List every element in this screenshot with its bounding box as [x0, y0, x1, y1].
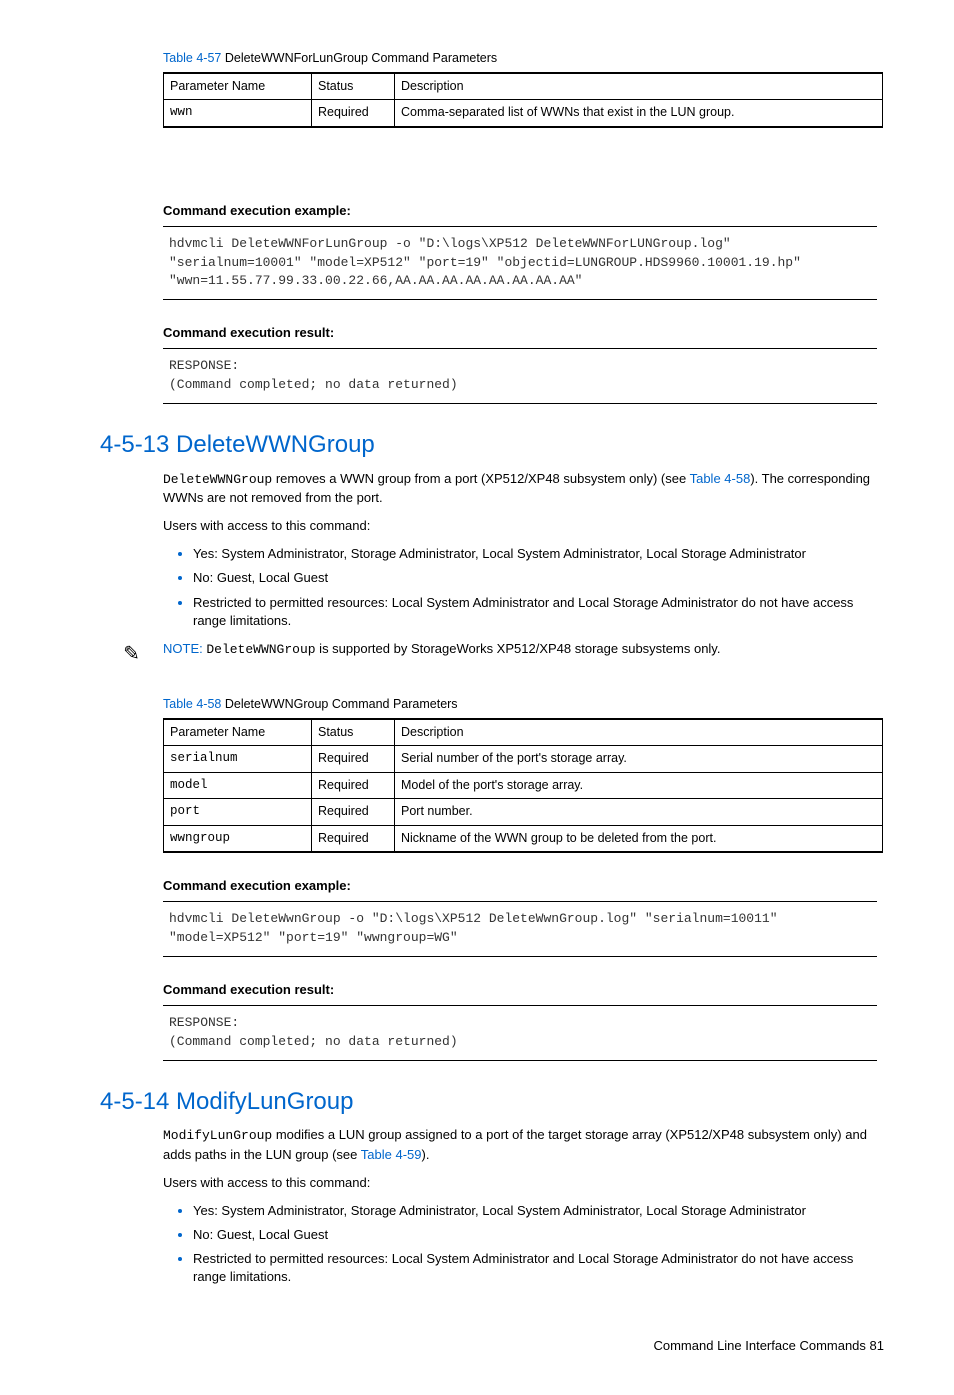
- heading-4-5-13: 4-5-13 DeleteWWNGroup: [100, 428, 884, 462]
- paragraph-4514-1: ModifyLunGroup modifies a LUN group assi…: [163, 1126, 884, 1163]
- exec-result-label-1: Command execution result:: [163, 324, 884, 342]
- col-status: Status: [312, 719, 395, 746]
- list-item: Restricted to permitted resources: Local…: [193, 1250, 884, 1286]
- access-list-2: Yes: System Administrator, Storage Admin…: [163, 1202, 884, 1287]
- list-item: Yes: System Administrator, Storage Admin…: [193, 545, 884, 563]
- cell-param: wwngroup: [164, 825, 312, 852]
- list-item: Yes: System Administrator, Storage Admin…: [193, 1202, 884, 1220]
- code-block-2: RESPONSE: (Command completed; no data re…: [163, 348, 877, 404]
- text: ).: [422, 1147, 430, 1162]
- link-table-4-58[interactable]: Table 4-58: [690, 471, 751, 486]
- paragraph-4513-1: DeleteWWNGroup removes a WWN group from …: [163, 470, 884, 507]
- code-block-3: hdvmcli DeleteWwnGroup -o "D:\logs\XP512…: [163, 901, 877, 957]
- cell-status: Required: [312, 772, 395, 799]
- table-58-caption: Table 4-58 DeleteWWNGroup Command Parame…: [163, 696, 884, 714]
- col-status: Status: [312, 73, 395, 100]
- text: removes a WWN group from a port (XP512/X…: [272, 471, 689, 486]
- link-table-4-59[interactable]: Table 4-59: [361, 1147, 422, 1162]
- users-access-label-2: Users with access to this command:: [163, 1174, 884, 1192]
- cell-desc: Comma-separated list of WWNs that exist …: [395, 100, 883, 127]
- exec-result-label-2: Command execution result:: [163, 981, 884, 999]
- table-58-title: DeleteWWNGroup Command Parameters: [221, 697, 457, 711]
- list-item: Restricted to permitted resources: Local…: [193, 594, 884, 630]
- note-rest: is supported by StorageWorks XP512/XP48 …: [316, 641, 721, 656]
- exec-example-label-2: Command execution example:: [163, 877, 884, 895]
- code-block-1: hdvmcli DeleteWWNForLunGroup -o "D:\logs…: [163, 226, 877, 301]
- col-param-name: Parameter Name: [164, 719, 312, 746]
- col-description: Description: [395, 719, 883, 746]
- users-access-label: Users with access to this command:: [163, 517, 884, 535]
- table-row: wwngroup Required Nickname of the WWN gr…: [164, 825, 883, 852]
- note-block: ✎ NOTE: DeleteWWNGroup is supported by S…: [100, 640, 884, 668]
- col-description: Description: [395, 73, 883, 100]
- table-57-ref[interactable]: Table 4-57: [163, 51, 221, 65]
- cell-desc: Port number.: [395, 799, 883, 826]
- code-block-4: RESPONSE: (Command completed; no data re…: [163, 1005, 877, 1061]
- table-row: port Required Port number.: [164, 799, 883, 826]
- cell-param: model: [164, 772, 312, 799]
- table-row: serialnum Required Serial number of the …: [164, 746, 883, 773]
- cell-status: Required: [312, 746, 395, 773]
- access-list: Yes: System Administrator, Storage Admin…: [163, 545, 884, 630]
- cell-status: Required: [312, 100, 395, 127]
- heading-4-5-14: 4-5-14 ModifyLunGroup: [100, 1085, 884, 1119]
- cmd-name: ModifyLunGroup: [163, 1128, 272, 1143]
- cell-param: port: [164, 799, 312, 826]
- cell-desc: Serial number of the port's storage arra…: [395, 746, 883, 773]
- table-row: model Required Model of the port's stora…: [164, 772, 883, 799]
- cell-status: Required: [312, 825, 395, 852]
- note-label: NOTE:: [163, 641, 206, 656]
- table-header-row: Parameter Name Status Description: [164, 73, 883, 100]
- cell-status: Required: [312, 799, 395, 826]
- table-58-ref[interactable]: Table 4-58: [163, 697, 221, 711]
- cell-desc: Nickname of the WWN group to be deleted …: [395, 825, 883, 852]
- cell-desc: Model of the port's storage array.: [395, 772, 883, 799]
- list-item: No: Guest, Local Guest: [193, 569, 884, 587]
- table-58: Parameter Name Status Description serial…: [163, 718, 883, 854]
- table-57-title: DeleteWWNForLunGroup Command Parameters: [221, 51, 497, 65]
- cell-param: wwn: [164, 100, 312, 127]
- note-cmd: DeleteWWNGroup: [206, 642, 315, 657]
- note-icon: ✎: [100, 640, 163, 668]
- table-header-row: Parameter Name Status Description: [164, 719, 883, 746]
- col-param-name: Parameter Name: [164, 73, 312, 100]
- table-57: Parameter Name Status Description wwn Re…: [163, 72, 883, 128]
- cmd-name: DeleteWWNGroup: [163, 472, 272, 487]
- list-item: No: Guest, Local Guest: [193, 1226, 884, 1244]
- exec-example-label-1: Command execution example:: [163, 202, 884, 220]
- cell-param: serialnum: [164, 746, 312, 773]
- table-57-caption: Table 4-57 DeleteWWNForLunGroup Command …: [163, 50, 884, 68]
- table-row: wwn Required Comma-separated list of WWN…: [164, 100, 883, 127]
- page-footer: Command Line Interface Commands 81: [100, 1337, 884, 1355]
- note-text: NOTE: DeleteWWNGroup is supported by Sto…: [163, 640, 884, 659]
